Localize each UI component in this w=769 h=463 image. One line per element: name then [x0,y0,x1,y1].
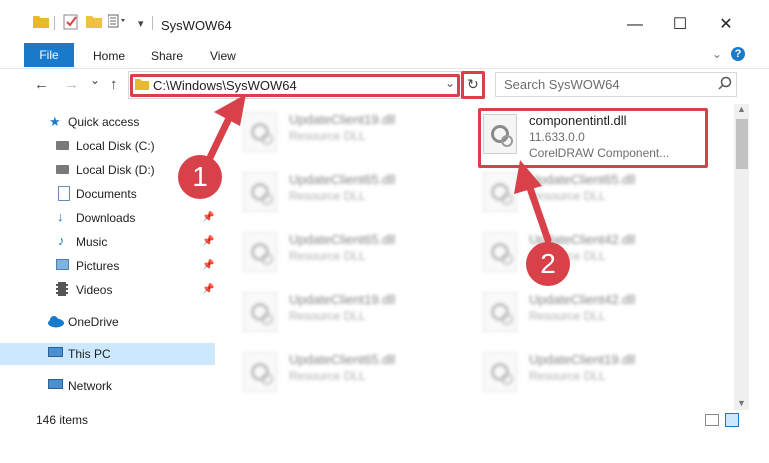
tiles-view-icon[interactable] [725,413,739,427]
status-item-count: 146 items [36,413,89,427]
step-1-badge: 1 [178,155,222,199]
step-2-badge: 2 [526,242,570,286]
scroll-up-icon[interactable]: ▲ [737,104,746,114]
details-view-icon[interactable] [705,414,719,426]
annotation-arrows [201,94,552,244]
scrollbar-thumb[interactable] [736,119,748,169]
scroll-down-icon[interactable]: ▼ [737,398,746,408]
